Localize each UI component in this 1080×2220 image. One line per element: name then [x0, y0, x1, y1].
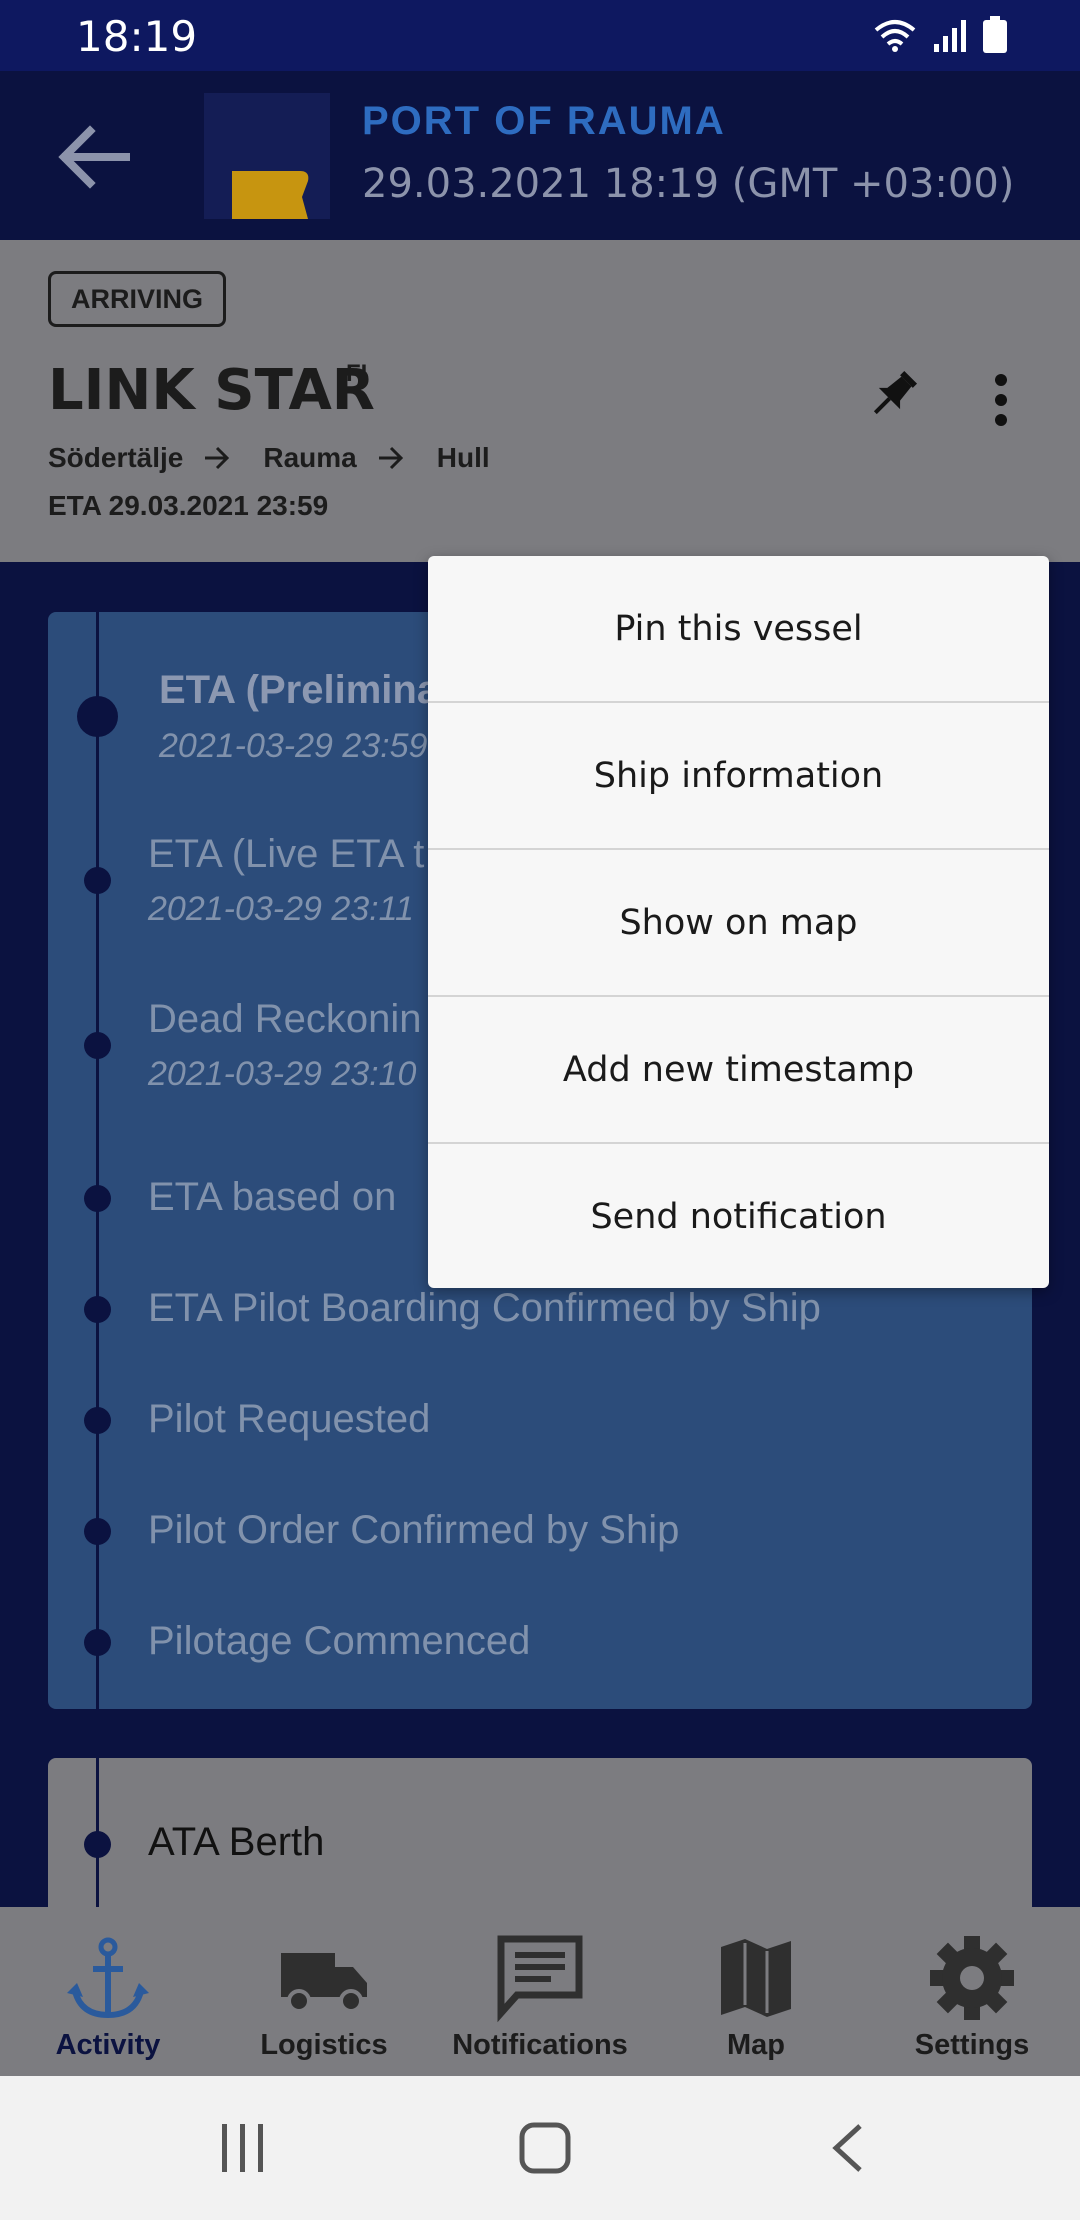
port-logo: [204, 93, 330, 219]
context-menu: Pin this vessel Ship information Show on…: [428, 556, 1049, 1288]
rauma-logo-icon: [232, 171, 309, 219]
timeline-subtitle: 2021-03-29 23:59: [159, 727, 428, 765]
timeline-title: Dead Reckonin: [148, 997, 422, 1041]
route: Södertälje Rauma Hull: [48, 442, 490, 474]
route-destination: Hull: [436, 442, 490, 473]
map-icon: [721, 1939, 791, 2017]
status-bar: 18:19: [0, 0, 1080, 71]
timeline-subtitle: 2021-03-29 23:10: [148, 1055, 417, 1093]
menu-item-show-on-map[interactable]: Show on map: [428, 850, 1049, 996]
bottom-nav: Activity Logistics Notifications Map Set…: [0, 1907, 1080, 2076]
timeline-dot: [84, 1629, 111, 1656]
route-current: Rauma: [263, 442, 357, 473]
system-back-icon[interactable]: [828, 2122, 868, 2174]
signal-icon: [934, 20, 966, 52]
timeline-title: ETA based on: [148, 1175, 397, 1219]
timeline-dot: [84, 867, 111, 894]
route-origin: Södertälje: [48, 442, 184, 473]
nav-label: Activity: [55, 2029, 161, 2061]
port-name: PORT OF RAUMA: [362, 99, 726, 143]
app-header: PORT OF RAUMA 29.03.2021 18:19 (GMT +03:…: [0, 71, 1080, 240]
timeline-dot: [84, 1407, 111, 1434]
pin-icon[interactable]: [864, 366, 922, 424]
nav-logistics[interactable]: Logistics: [216, 1907, 432, 2076]
anchor-icon: [67, 1937, 149, 2019]
timeline-dot: [84, 1032, 111, 1059]
timeline-title: Pilot Requested: [148, 1397, 431, 1441]
home-icon[interactable]: [519, 2122, 571, 2174]
more-vert-icon[interactable]: [984, 370, 1018, 430]
nav-label: Settings: [914, 2029, 1030, 2061]
back-arrow-icon[interactable]: [52, 115, 136, 199]
menu-item-send-notification[interactable]: Send notification: [428, 1144, 1049, 1290]
port-datetime: 29.03.2021 18:19 (GMT +03:00): [362, 161, 1015, 207]
truck-icon: [281, 1953, 367, 2013]
nav-label: Notifications: [452, 2029, 628, 2061]
timeline-dot: [77, 696, 118, 737]
recent-apps-icon[interactable]: [218, 2122, 268, 2174]
timeline-dot: [84, 1296, 111, 1323]
nav-settings[interactable]: Settings: [864, 1907, 1080, 2076]
gear-icon: [930, 1936, 1014, 2020]
vessel-flag: FI: [346, 360, 368, 387]
menu-item-pin-vessel[interactable]: Pin this vessel: [428, 556, 1049, 702]
status-icons: [872, 16, 1008, 54]
timeline-title: Pilotage Commenced: [148, 1619, 531, 1663]
nav-notifications[interactable]: Notifications: [432, 1907, 648, 2076]
nav-map[interactable]: Map: [648, 1907, 864, 2076]
timeline-dot: [84, 1518, 111, 1545]
timeline-dot: [84, 1185, 111, 1212]
vessel-header: ARRIVING LINK STAR FI Södertälje Rauma H…: [0, 240, 1080, 562]
nav-activity[interactable]: Activity: [0, 1907, 216, 2076]
arrow-right-icon: [378, 446, 403, 470]
timeline-title: ETA Pilot Boarding Confirmed by Ship: [148, 1286, 821, 1330]
timeline-subtitle: 2021-03-29 23:11: [148, 890, 414, 928]
message-icon: [497, 1935, 583, 2023]
berth-title: ATA Berth: [148, 1820, 325, 1864]
arrow-right-icon: [205, 446, 230, 470]
status-badge: ARRIVING: [48, 271, 226, 327]
status-time: 18:19: [76, 12, 198, 61]
system-nav-bar: [0, 2076, 1080, 2220]
eta-line: ETA 29.03.2021 23:59: [48, 490, 329, 521]
timeline-title: Pilot Order Confirmed by Ship: [148, 1508, 680, 1552]
timeline-title: ETA (Prelimina: [159, 668, 440, 712]
menu-item-add-timestamp[interactable]: Add new timestamp: [428, 997, 1049, 1143]
menu-item-ship-information[interactable]: Ship information: [428, 703, 1049, 849]
battery-icon: [983, 16, 1007, 53]
timeline-dot: [84, 1831, 111, 1858]
wifi-icon: [874, 20, 916, 52]
nav-label: Logistics: [260, 2029, 388, 2061]
timeline-title: ETA (Live ETA t: [148, 832, 425, 876]
berth-card[interactable]: ATA Berth: [48, 1758, 1032, 1907]
vessel-name: LINK STAR: [48, 358, 375, 423]
nav-label: Map: [727, 2029, 785, 2061]
